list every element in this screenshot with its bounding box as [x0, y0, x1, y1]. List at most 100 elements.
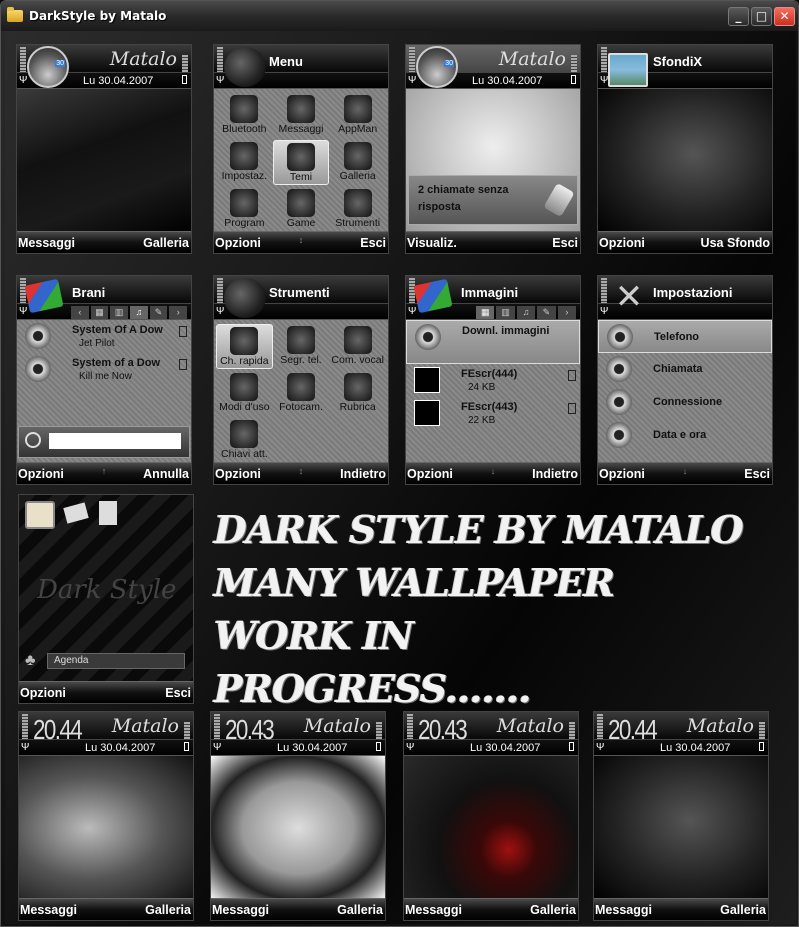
right-softkey[interactable]: Esci [165, 686, 191, 700]
battery-icon [569, 742, 574, 751]
menu-item[interactable]: Chiavi att. [216, 418, 273, 463]
agenda-shortcut[interactable]: Agenda [47, 653, 185, 669]
minimize-button[interactable]: _ [728, 7, 749, 26]
menu-item[interactable]: Game [273, 187, 330, 232]
left-softkey[interactable]: Opzioni [215, 236, 261, 250]
media-tab[interactable]: ▥ [496, 306, 515, 319]
phone-immagini-screen: Immagini Ψ ▦ ▥ ♫ ✎ › Downl. immagini FEscr(444… [405, 275, 581, 485]
left-softkey[interactable]: Visualiz. [407, 236, 457, 250]
item-title: Downl. immagini [462, 325, 550, 337]
dark-style-watermark: Dark Style [37, 575, 177, 605]
right-softkey[interactable]: Indietro [532, 467, 578, 481]
list-item[interactable]: Data e ora [598, 419, 772, 452]
brand-logo: Matalo [303, 715, 371, 737]
menu-item[interactable]: Program [216, 187, 273, 232]
left-softkey[interactable]: Opzioni [407, 467, 453, 481]
menu-item-label: AppMan [338, 123, 378, 135]
media-tab[interactable]: ▦ [90, 306, 109, 319]
battery-bar-icon [571, 55, 577, 73]
folder-icon [230, 189, 259, 217]
envelope-icon[interactable] [63, 502, 89, 524]
media-tab[interactable]: › [169, 306, 188, 319]
phone-active-standby-screen: Dark Style ♣ Agenda Opzioni Esci [18, 494, 194, 704]
menu-item[interactable]: Segr. tel. [273, 324, 330, 369]
menu-item[interactable]: Galleria [329, 140, 386, 185]
media-tab[interactable]: ♫ [130, 306, 148, 319]
menu-item-label: Messaggi [278, 123, 324, 135]
list-item[interactable]: Downl. immagini [406, 320, 580, 364]
menu-item[interactable]: Com. vocal [329, 324, 386, 369]
calendar-icon[interactable] [25, 501, 55, 529]
menu-item[interactable]: AppMan [329, 93, 386, 138]
list-item[interactable]: Telefono [598, 320, 772, 353]
folder-icon [7, 7, 23, 22]
right-softkey[interactable]: Galleria [145, 903, 191, 917]
left-softkey[interactable]: Opzioni [599, 467, 645, 481]
maximize-button[interactable]: □ [751, 7, 772, 26]
menu-item[interactable]: Ch. rapida [216, 324, 273, 369]
left-softkey[interactable]: Opzioni [599, 236, 645, 250]
text-file-icon[interactable] [99, 501, 117, 525]
list-item[interactable]: System Of A Dow Jet Pilot [17, 320, 191, 353]
menu-item[interactable]: Bluetooth [216, 93, 273, 138]
phone-standby-reaper: 20.44 Matalo Ψ Lu 30.04.2007 Messaggi Gall… [593, 711, 769, 921]
screen-title: Strumenti [269, 285, 330, 300]
list-item[interactable]: Chiamata [598, 353, 772, 386]
right-softkey[interactable]: Annulla [143, 467, 189, 481]
right-softkey[interactable]: Esci [360, 236, 386, 250]
right-softkey[interactable]: Usa Sfondo [701, 236, 770, 250]
left-softkey[interactable]: Opzioni [18, 467, 64, 481]
left-softkey[interactable]: Messaggi [595, 903, 652, 917]
screen-title: Brani [72, 285, 106, 300]
media-tab[interactable]: ‹ [71, 306, 89, 319]
list-item[interactable]: System of a Dow Kill me Now [17, 353, 191, 386]
right-softkey[interactable]: Galleria [720, 903, 766, 917]
right-softkey[interactable]: Galleria [530, 903, 576, 917]
left-softkey[interactable]: Opzioni [20, 686, 66, 700]
document-icon [568, 403, 576, 414]
list-item[interactable]: FEscr(444) 24 KB [406, 364, 580, 397]
menu-item-label: Rubrica [339, 401, 376, 413]
left-softkey[interactable]: Opzioni [215, 467, 261, 481]
menu-item[interactable]: Impostaz. [216, 140, 273, 185]
scroll-indicator: ↓ [682, 466, 688, 476]
phone-missed-calls-screen: 30 Matalo Ψ Lu 30.04.2007 2 chiamate senz… [405, 44, 581, 254]
screen-title: Menu [269, 54, 303, 69]
media-tab[interactable]: ✎ [149, 306, 168, 319]
media-tab[interactable]: ♫ [516, 306, 536, 319]
right-softkey[interactable]: Esci [552, 236, 578, 250]
list-item[interactable]: Connessione [598, 386, 772, 419]
search-input[interactable] [49, 433, 181, 449]
digital-clock: 20.44 [33, 714, 83, 745]
list-item[interactable]: FEscr(443) 22 KB [406, 397, 580, 430]
signal-bar-icon [217, 278, 223, 304]
media-tab[interactable]: ✎ [537, 306, 556, 319]
right-softkey[interactable]: Galleria [337, 903, 383, 917]
left-softkey[interactable]: Messaggi [20, 903, 77, 917]
menu-item[interactable]: Messaggi [273, 93, 330, 138]
close-button[interactable]: ✕ [774, 7, 795, 26]
right-softkey[interactable]: Esci [744, 467, 770, 481]
media-tab[interactable]: ▦ [476, 306, 495, 319]
menu-item[interactable]: Temi [272, 140, 330, 185]
screen-title: SfondiX [653, 54, 703, 69]
date-label: Lu 30.04.2007 [277, 742, 348, 754]
right-softkey[interactable]: Galleria [143, 236, 189, 250]
menu-item[interactable]: Fotocam. [273, 371, 330, 416]
signal-bar-icon [601, 278, 607, 304]
menu-item[interactable]: Strumenti [329, 187, 386, 232]
date-label: Lu 30.04.2007 [660, 742, 731, 754]
scroll-indicator: ↑ [101, 466, 107, 476]
left-softkey[interactable]: Messaggi [405, 903, 462, 917]
title-bar[interactable]: DarkStyle by Matalo _ □ ✕ [1, 1, 798, 31]
media-tab[interactable]: › [557, 306, 577, 319]
menu-item[interactable]: Modi d'uso [216, 371, 273, 416]
contacts-icon [343, 373, 372, 401]
missed-call-notification[interactable]: 2 chiamate senza risposta [408, 175, 578, 225]
phone-standby-wolf: 20.43 Matalo Ψ Lu 30.04.2007 Messaggi Gall… [403, 711, 579, 921]
right-softkey[interactable]: Indietro [340, 467, 386, 481]
left-softkey[interactable]: Messaggi [18, 236, 75, 250]
left-softkey[interactable]: Messaggi [212, 903, 269, 917]
menu-item[interactable]: Rubrica [329, 371, 386, 416]
media-tab[interactable]: ▥ [110, 306, 129, 319]
